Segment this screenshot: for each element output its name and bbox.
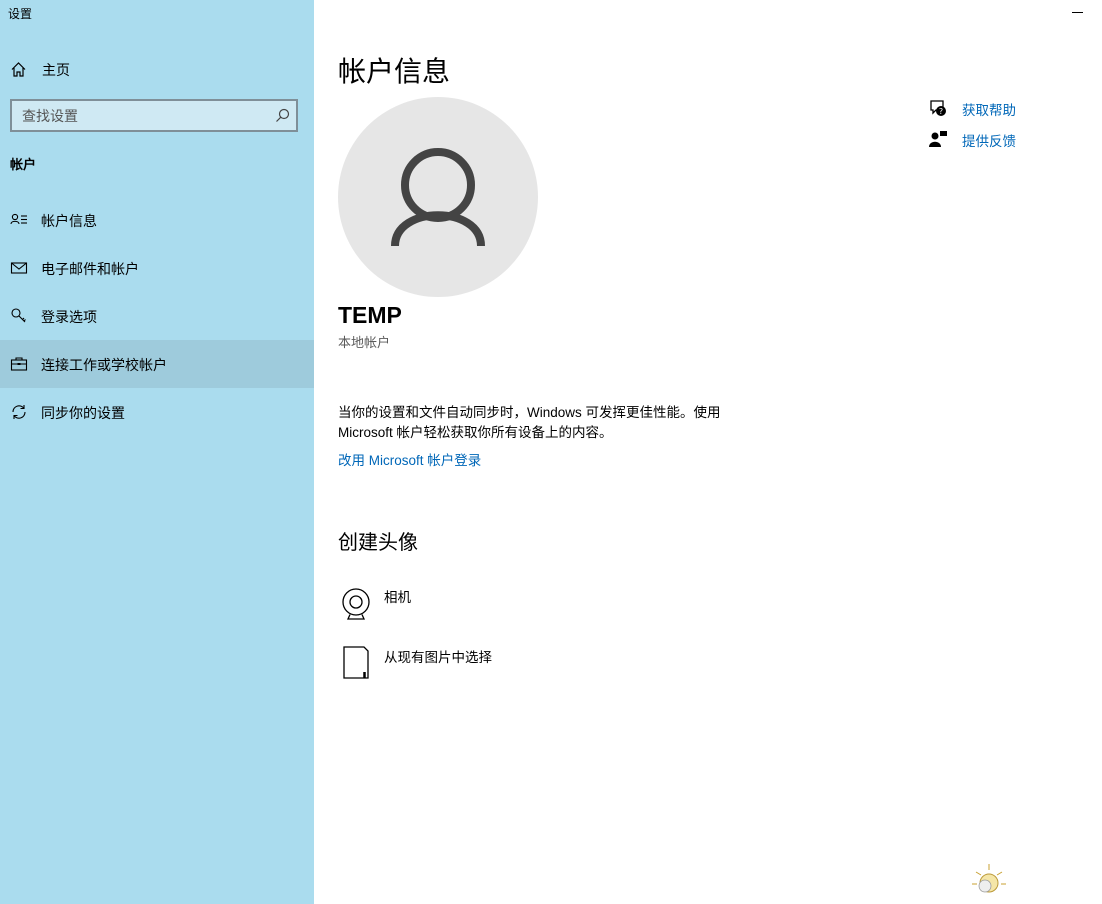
sidebar-item-label: 同步你的设置	[41, 405, 125, 421]
ime-badge-icon	[972, 864, 1006, 893]
svg-text:?: ?	[939, 107, 943, 116]
home-icon	[11, 62, 26, 77]
minimize-button[interactable]	[1068, 6, 1088, 20]
sidebar-item-account-info[interactable]: 帐户信息	[0, 196, 314, 244]
key-icon	[11, 308, 26, 323]
sidebar-item-email-accounts[interactable]: 电子邮件和帐户	[0, 244, 314, 292]
sidebar-item-sync[interactable]: 同步你的设置	[0, 388, 314, 436]
account-type: 本地帐户	[338, 335, 391, 350]
user-name: TEMP	[338, 302, 402, 328]
sidebar-item-label: 连接工作或学校帐户	[41, 357, 167, 373]
sidebar-item-work-school[interactable]: 连接工作或学校帐户	[0, 340, 314, 388]
sidebar-item-label: 登录选项	[41, 309, 97, 325]
section-label: 帐户	[10, 157, 37, 172]
choose-picture-option[interactable]: 从现有图片中选择	[338, 646, 578, 690]
search-box[interactable]	[10, 99, 298, 132]
minimize-icon	[1072, 12, 1083, 13]
create-avatar-heading: 创建头像	[338, 532, 418, 554]
file-icon	[343, 646, 369, 679]
help-chat-icon: ?	[930, 100, 946, 116]
app-title: 设置	[8, 7, 33, 21]
microsoft-signin-link[interactable]: 改用 Microsoft 帐户登录	[338, 449, 481, 469]
sync-icon	[12, 405, 26, 419]
avatar	[338, 97, 538, 297]
sidebar: 设置 主页 帐户 帐户信息 电子邮件和帐户	[0, 0, 314, 904]
search-icon[interactable]	[275, 108, 290, 123]
sidebar-item-label: 帐户信息	[41, 213, 97, 229]
home-nav-item[interactable]: 主页	[0, 52, 314, 86]
give-feedback-label: 提供反馈	[962, 134, 1016, 149]
user-silhouette-icon	[391, 148, 485, 247]
camera-icon	[342, 588, 370, 620]
search-input[interactable]	[12, 101, 282, 130]
get-help-link[interactable]: ? 获取帮助	[928, 98, 1028, 118]
camera-option[interactable]: 相机	[338, 586, 578, 630]
home-label: 主页	[42, 62, 70, 78]
feedback-icon	[929, 131, 947, 147]
camera-option-label: 相机	[384, 590, 411, 605]
sidebar-item-signin-options[interactable]: 登录选项	[0, 292, 314, 340]
sync-description: 当你的设置和文件自动同步时，Windows 可发挥更佳性能。使用 Microso…	[338, 405, 721, 440]
page-title: 帐户信息	[338, 56, 451, 87]
mail-icon	[10, 262, 28, 274]
give-feedback-link[interactable]: 提供反馈	[928, 129, 1028, 149]
get-help-label: 获取帮助	[962, 103, 1016, 118]
choose-picture-label: 从现有图片中选择	[384, 650, 492, 665]
person-list-icon	[10, 213, 27, 225]
briefcase-icon	[10, 357, 28, 371]
sidebar-item-label: 电子邮件和帐户	[41, 261, 139, 277]
